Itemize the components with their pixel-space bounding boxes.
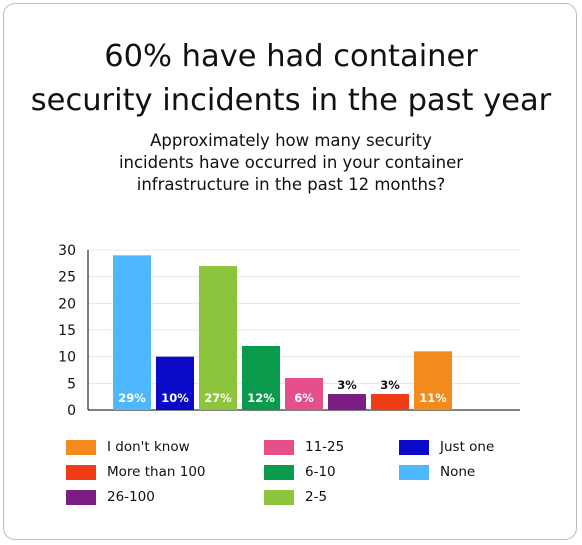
legend-swatch-6-10	[264, 465, 294, 480]
data-label-i-don-t-know: 11%	[419, 391, 447, 405]
legend-swatch-11-25	[264, 440, 294, 455]
legend-swatch-just-one	[399, 440, 429, 455]
data-label-none: 29%	[118, 391, 146, 405]
legend-swatch-none	[399, 465, 429, 480]
legend-swatch-2-5	[264, 490, 294, 505]
y-tick-label-0: 0	[67, 403, 76, 419]
data-label-2-5: 27%	[204, 391, 232, 405]
legend-label-2-5: 2-5	[305, 489, 328, 505]
legend-label-i-dont-know: I don't know	[107, 439, 190, 455]
bar-26-100	[328, 394, 366, 410]
legend-swatch-26-100	[66, 490, 96, 505]
bar-none	[113, 255, 151, 410]
data-label-just-one: 10%	[161, 391, 189, 405]
y-tick-label-15: 15	[58, 323, 76, 339]
legend-swatch-i-dont-know	[66, 440, 96, 455]
legend-label-more-than-100: More than 100	[107, 464, 206, 480]
data-label-6-10: 12%	[247, 391, 275, 405]
data-label-more-than-100: 3%	[380, 378, 400, 392]
legend-label-just-one: Just one	[440, 439, 495, 455]
y-tick-label-30: 30	[58, 243, 76, 259]
y-tick-label-10: 10	[58, 350, 76, 366]
data-label-11-25: 6%	[294, 391, 314, 405]
legend-label-11-25: 11-25	[305, 439, 345, 455]
y-tick-label-25: 25	[58, 270, 76, 286]
bar-2-5	[199, 266, 237, 410]
legend-label-none: None	[440, 464, 476, 480]
y-tick-label-5: 5	[67, 376, 76, 392]
bar-chart: 0 5 10 15 20 25 30 29% 10% 27% 12% 6% 3% 3% 11%	[58, 243, 520, 419]
legend-label-6-10: 6-10	[305, 464, 336, 480]
legend-label-26-100: 26-100	[107, 489, 155, 505]
legend-swatch-more-than-100	[66, 465, 96, 480]
y-tick-label-20: 20	[58, 296, 76, 312]
bar-more-than-100	[371, 394, 409, 410]
data-label-26-100: 3%	[337, 378, 357, 392]
